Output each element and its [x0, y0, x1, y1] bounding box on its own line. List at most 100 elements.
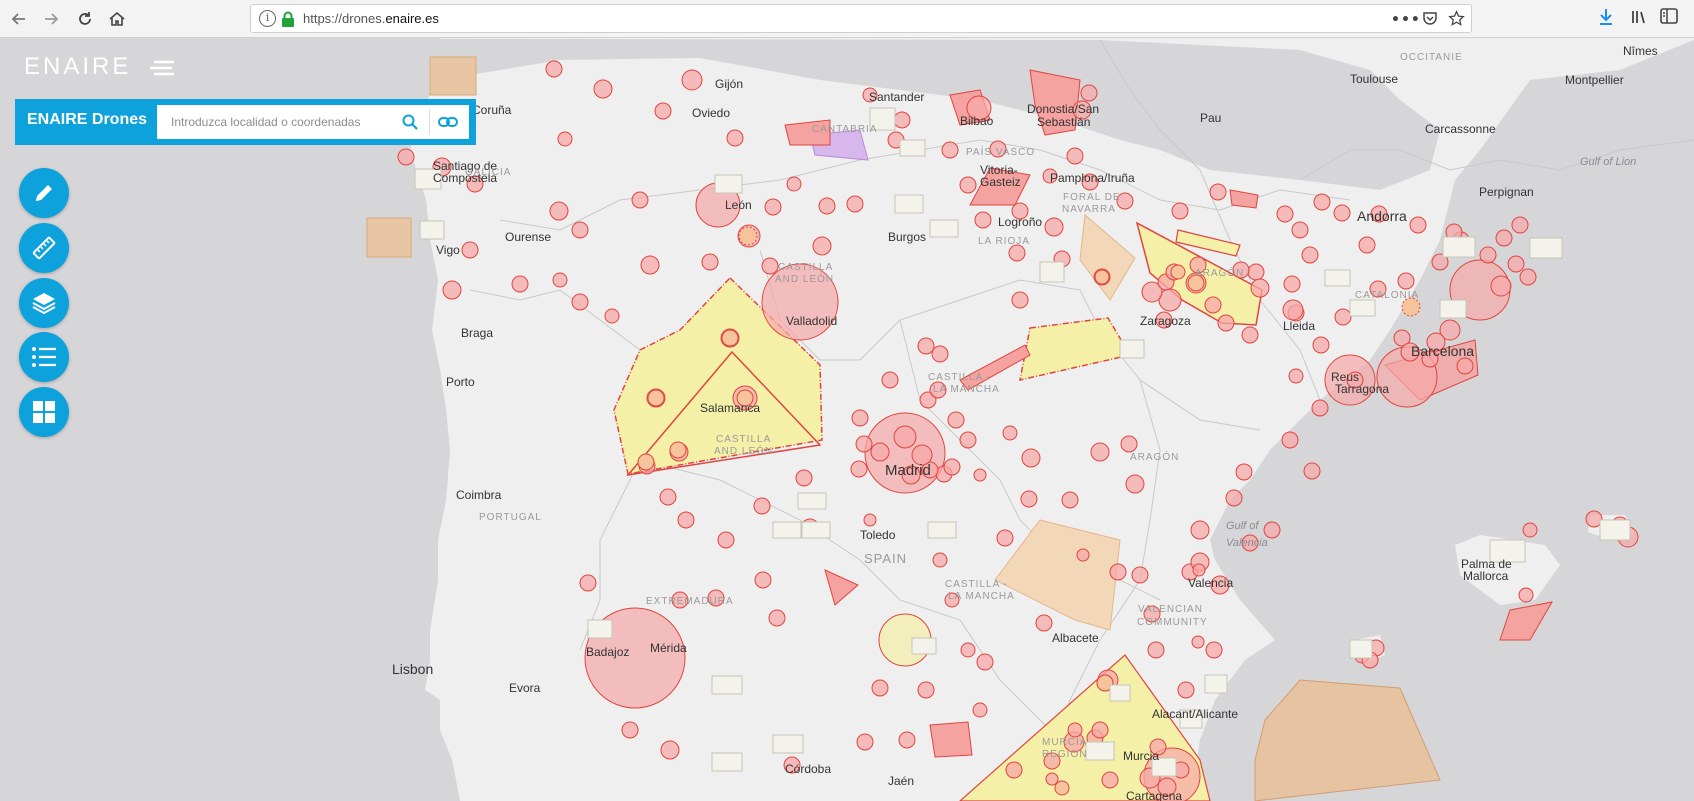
- city-label: Donostia/San: [1027, 102, 1099, 116]
- reload-button[interactable]: [72, 6, 98, 32]
- url-domain: enaire.es: [385, 11, 439, 26]
- back-arrow-icon: [11, 13, 25, 25]
- search-input[interactable]: [157, 105, 393, 139]
- region-label: CASTILLA: [778, 262, 833, 273]
- city-label: Carcassonne: [1425, 122, 1496, 136]
- region-label: REGION: [1042, 749, 1087, 760]
- pocket-icon[interactable]: [1420, 10, 1440, 30]
- city-label: Alacant/Alicante: [1152, 707, 1238, 721]
- region-label: ARAGÓN: [1195, 266, 1244, 279]
- url-bar[interactable]: i https://drones.enaire.es •••: [250, 4, 1472, 33]
- zone-rect[interactable]: [366, 217, 412, 258]
- sidebar-panel-icon: [1660, 8, 1678, 24]
- city-label: Barcelona: [1411, 343, 1474, 359]
- region-label: VALENCIAN: [1138, 604, 1203, 615]
- page-actions-icon[interactable]: •••: [1391, 10, 1420, 30]
- city-label: Braga: [461, 326, 493, 340]
- airspace-map[interactable]: Gijón Oviedo Santander Bilbao Donostia/S…: [0, 38, 1694, 801]
- info-icon[interactable]: i: [259, 10, 276, 27]
- region-label: CASTILLA: [716, 434, 771, 445]
- region-label: GALICIA: [465, 167, 511, 178]
- region-label: ARAGÓN: [1130, 450, 1179, 463]
- city-label: Córdoba: [785, 762, 831, 776]
- reload-icon: [79, 12, 91, 25]
- city-label: Toledo: [860, 528, 896, 542]
- zone-rect[interactable]: [429, 56, 477, 96]
- city-label: Badajoz: [586, 645, 629, 659]
- city-label: Ourense: [505, 230, 551, 244]
- layers-tool-button[interactable]: [19, 278, 69, 328]
- sea-label: Valencia: [1226, 537, 1268, 549]
- city-label: Oviedo: [692, 106, 730, 120]
- measure-tool-button[interactable]: [19, 223, 69, 273]
- city-label: Albacete: [1052, 631, 1099, 645]
- search-box: [157, 105, 469, 139]
- grid-icon: [33, 401, 55, 423]
- city-label: León: [725, 198, 752, 212]
- search-button[interactable]: [393, 109, 427, 135]
- link-icon: [438, 117, 458, 127]
- pencil-icon: [36, 185, 52, 201]
- legend-tool-button[interactable]: [19, 332, 69, 382]
- region-label: CANTABRIA: [812, 124, 878, 135]
- region-label: LA MANCHA: [948, 591, 1015, 602]
- library-icon[interactable]: [1628, 8, 1650, 30]
- sea-label: Gulf of Lion: [1580, 156, 1636, 168]
- sea-label: Gulf of: [1226, 520, 1259, 532]
- list-icon: [32, 347, 56, 367]
- logo-text: ENAIRE: [24, 53, 131, 80]
- search-panel: ENAIRE Drones: [15, 99, 476, 145]
- city-label: Evora: [509, 681, 541, 695]
- pocket-shape: [1423, 12, 1437, 25]
- city-label: Mallorca: [1463, 569, 1509, 583]
- zone-polygon[interactable]: [929, 721, 973, 758]
- city-label: Pamplona/Iruña: [1050, 171, 1135, 185]
- sidebar-icon[interactable]: [1658, 8, 1680, 30]
- region-label: CATALONIA: [1355, 290, 1419, 301]
- browser-toolbar: i https://drones.enaire.es •••: [0, 0, 1694, 38]
- city-label: Jaén: [888, 774, 914, 788]
- layers-icon: [32, 293, 56, 315]
- region-label: FORAL DE: [1063, 192, 1121, 203]
- city-label: Gasteiz: [980, 175, 1021, 189]
- city-label: Burgos: [888, 230, 926, 244]
- region-label: PORTUGAL: [479, 512, 542, 523]
- back-button[interactable]: [6, 6, 32, 32]
- city-label: Salamanca: [700, 401, 760, 415]
- city-label: Valencia: [1188, 576, 1233, 590]
- enaire-logo[interactable]: ENAIRE: [24, 52, 174, 80]
- city-label: Pau: [1200, 111, 1221, 125]
- region-label: OCCITANIE: [1400, 52, 1463, 63]
- region-label: PAÍS VASCO: [966, 145, 1035, 158]
- forward-button[interactable]: [38, 6, 64, 32]
- apps-tool-button[interactable]: [19, 387, 69, 437]
- city-label: Gijón: [715, 77, 743, 91]
- download-icon[interactable]: [1595, 8, 1617, 30]
- city-label: Vigo: [436, 243, 460, 257]
- region-label: LA MANCHA: [933, 384, 1000, 395]
- region-label: MURCIA: [1042, 737, 1087, 748]
- region-label: SPAIN: [864, 551, 907, 566]
- region-label: AND LEÓN: [714, 444, 773, 457]
- link-button[interactable]: [431, 109, 465, 135]
- region-label: COMMUNITY: [1137, 617, 1208, 628]
- city-label: Perpignan: [1479, 185, 1534, 199]
- lock-icon: [282, 11, 294, 27]
- download-arrow-icon: [1600, 9, 1612, 25]
- region-label: NAVARRA: [1062, 204, 1116, 215]
- star-shape: [1447, 10, 1465, 26]
- home-icon: [109, 11, 125, 26]
- logo-mark-icon: [150, 60, 174, 76]
- city-label: Cartagena: [1126, 789, 1182, 801]
- city-label: Valladolid: [786, 314, 837, 328]
- region-label: CASTILLA -: [945, 579, 1008, 590]
- search-icon: [402, 114, 418, 130]
- city-label: Santander: [869, 90, 924, 104]
- bookmark-star-icon[interactable]: [1446, 10, 1466, 30]
- draw-tool-button[interactable]: [19, 168, 69, 218]
- city-label: Tarragona: [1335, 382, 1389, 396]
- ruler-icon: [32, 236, 56, 260]
- home-button[interactable]: [104, 6, 130, 32]
- city-label: Madrid: [885, 462, 931, 479]
- library-books-icon: [1632, 11, 1645, 24]
